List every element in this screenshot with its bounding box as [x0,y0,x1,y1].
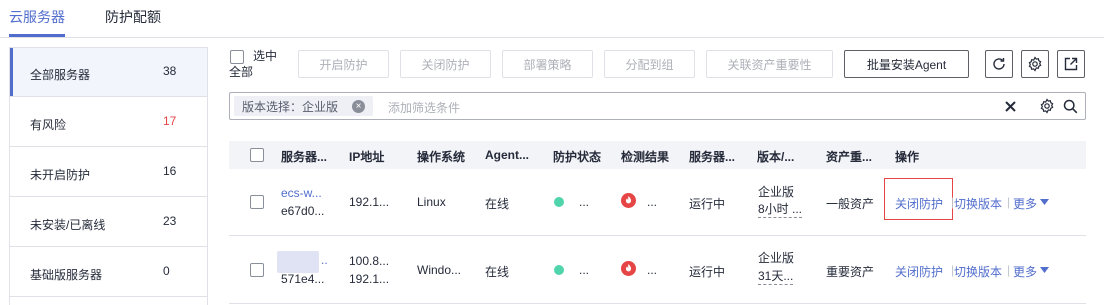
switch-version-link[interactable]: 切换版本 [954,263,1002,280]
server-filter-sidebar: 全部服务器 38 有风险 17 未开启防护 16 未安装/已离线 23 基础版服… [9,47,208,305]
sidebar-item-count: 17 [163,114,177,128]
flame-icon [621,261,636,276]
column-header[interactable]: 服务器... [689,148,735,165]
sidebar-item-count: 0 [163,264,170,278]
ip-address: 192.1... [349,195,390,209]
more-actions-link[interactable]: 更多 [1013,195,1037,212]
sidebar-item-count: 16 [163,164,177,178]
server-id: e67d0... [281,204,325,218]
filter-search-bar[interactable]: 版本选择：企业版 × 添加筛选条件 [229,92,1086,120]
filter-placeholder[interactable]: 添加筛选条件 [388,99,460,116]
column-header[interactable]: Agent... [485,148,529,162]
sidebar-item-label: 未开启防护 [30,168,91,182]
sidebar-item-count: 23 [163,214,177,228]
top-tabs: 云服务器 防护配额 [0,0,1104,38]
detection-result: ... [647,263,658,277]
asset-importance-button[interactable]: 关联资产重要性 [706,50,833,78]
protection-status: ... [579,263,590,277]
column-header: 操作 [895,150,920,164]
protection-status-dot [554,197,564,207]
refresh-icon [993,58,1005,70]
sidebar-item-label: 基础版服务器 [30,268,103,282]
server-id: 571e4... [281,272,325,286]
protection-status: ... [579,195,590,209]
column-header[interactable]: 检测结果 [621,148,669,165]
refresh-button[interactable] [985,50,1013,78]
ip-address: 100.8... [349,254,390,268]
action-separator: | [1007,195,1011,209]
server-name-link[interactable]: .. [321,253,328,267]
sidebar-item-all-servers[interactable]: 全部服务器 38 [10,48,207,97]
remove-filter-tag-icon[interactable]: × [352,99,366,113]
sidebar-item-label: 未安装/已离线 [30,218,106,232]
row-select-checkbox[interactable] [250,195,264,209]
table-row: ecs-w... e67d0... 192.1... Linux 在线 ... … [229,169,1086,236]
detection-result: ... [647,195,658,209]
sidebar-item-count: 38 [163,64,177,78]
version-remaining: 8小时 ... [758,202,803,218]
settings-icon [1028,56,1042,72]
action-separator: | [1007,263,1011,277]
filter-tag-label: 版本选择：企业版 [242,99,339,114]
table-row: .. 571e4... 100.8... 192.1... Windo... 在… [229,237,1086,304]
version: 企业版 [758,251,795,265]
table-header: 服务器... IP地址 操作系统 Agent... 防护状态 检测结果 服务器.… [229,141,1086,169]
column-header[interactable]: 操作系统 [417,148,465,165]
asset-importance: 重要资产 [826,265,875,279]
chevron-down-icon[interactable] [1040,199,1049,205]
column-header[interactable]: 防护状态 [553,148,601,165]
server-status: 运行中 [689,265,726,279]
export-icon [1064,57,1078,71]
asset-importance: 一般资产 [826,197,875,211]
chevron-down-icon[interactable] [1040,267,1049,273]
os: Windo... [417,263,462,277]
sidebar-item-unprotected[interactable]: 未开启防护 16 [10,148,207,197]
sidebar-item-at-risk[interactable]: 有风险 17 [10,98,207,147]
filter-settings-icon[interactable] [1039,98,1055,114]
flame-icon [621,193,636,208]
header-select-checkbox[interactable] [250,148,264,162]
os: Linux [417,195,446,209]
sidebar-item-not-installed-offline[interactable]: 未安装/已离线 23 [10,198,207,247]
server-name-link[interactable]: ecs-w... [281,186,322,200]
column-header[interactable]: 服务器... [281,148,327,165]
agent-status: 在线 [485,265,510,279]
column-header[interactable]: 版本/... [757,148,794,165]
column-header[interactable]: 资产重... [826,148,872,165]
active-tab-indicator [9,34,65,37]
disable-protection-link[interactable]: 关闭防护 [895,263,943,280]
select-all-label-top: 选中 [253,49,278,63]
sidebar-item-label: 全部服务器 [30,68,91,82]
export-button[interactable] [1057,50,1085,78]
agent-status: 在线 [485,197,510,211]
redacted-server-name [277,251,319,273]
column-header[interactable]: IP地址 [349,148,384,165]
switch-version-link[interactable]: 切换版本 [954,195,1002,212]
sidebar-item-label: 有风险 [30,118,67,132]
tab-protection-quota[interactable]: 防护配额 [105,8,161,30]
filter-tag: 版本选择：企业版 × [234,96,374,116]
enable-protection-button[interactable]: 开启防护 [298,50,389,78]
deploy-policy-button[interactable]: 部署策略 [502,50,593,78]
version-remaining: 31天... [758,269,794,285]
batch-install-agent-button[interactable]: 批量安装Agent [844,50,969,78]
row-select-checkbox[interactable] [250,263,264,277]
tab-cloud-servers[interactable]: 云服务器 [9,8,65,30]
more-actions-link[interactable]: 更多 [1013,263,1037,280]
select-all-checkbox[interactable] [230,50,244,64]
protection-status-dot [554,265,564,275]
ip-address-secondary: 192.1... [349,272,390,286]
version: 企业版 [758,185,795,199]
server-status: 运行中 [689,197,726,211]
disable-protection-link[interactable]: 关闭防护 [895,195,943,212]
search-icon[interactable] [1063,99,1078,114]
select-all-label-bottom: 全部 [229,65,254,79]
assign-group-button[interactable]: 分配到组 [604,50,695,78]
disable-protection-button[interactable]: 关闭防护 [400,50,491,78]
clear-icon[interactable] [1005,101,1016,112]
settings-button[interactable] [1021,50,1049,78]
sidebar-item-basic-servers[interactable]: 基础版服务器 0 [10,248,207,297]
